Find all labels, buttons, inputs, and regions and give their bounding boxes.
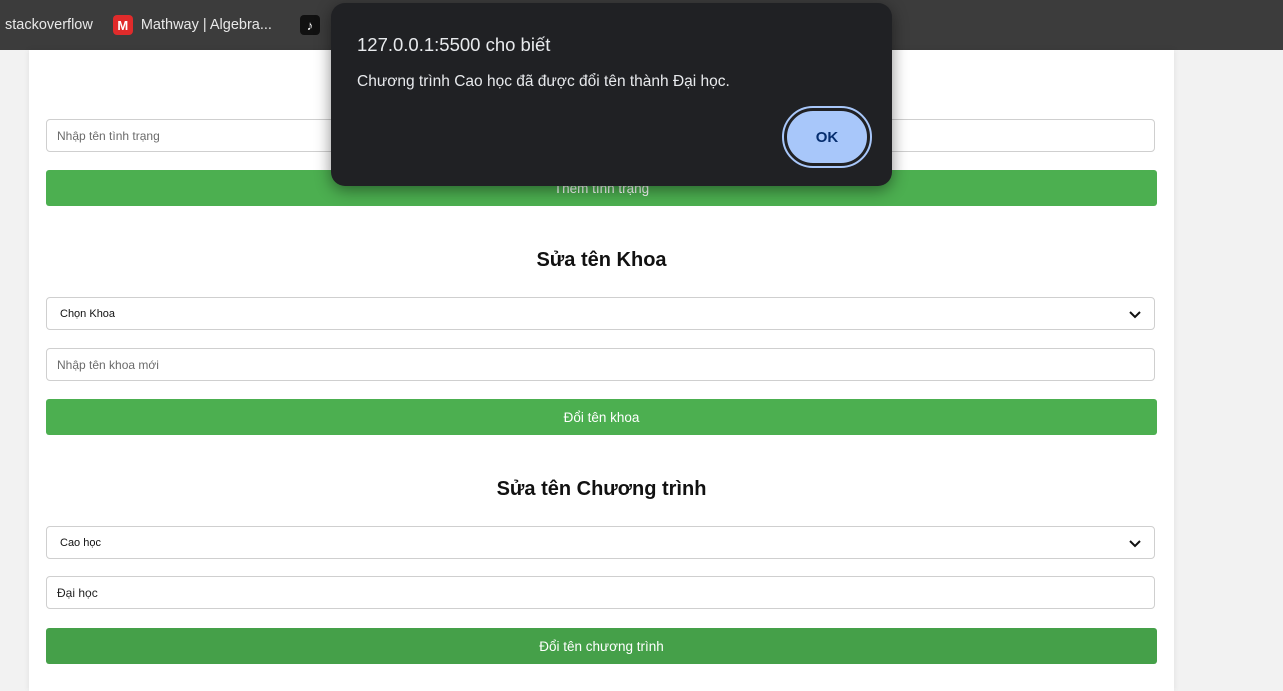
program-select[interactable]: Cao học	[46, 526, 1155, 559]
alert-dialog: 127.0.0.1:5500 cho biết Chương trình Cao…	[331, 3, 892, 186]
bookmark-label: Mathway | Algebra...	[140, 17, 272, 33]
faculty-section-title: Sửa tên Khoa	[536, 249, 667, 271]
new-program-name-field[interactable]	[46, 576, 1155, 609]
tiktok-icon: ♪	[299, 15, 320, 35]
dialog-message: Chương trình Cao học đã được đổi tên thà…	[357, 73, 730, 90]
ok-button[interactable]: OK	[782, 106, 872, 168]
new-faculty-name-field[interactable]	[46, 348, 1155, 381]
mathway-icon: M	[112, 15, 133, 35]
bookmark-tiktok[interactable]: ♪	[299, 15, 328, 35]
rename-program-button[interactable]: Đổi tên chương trình	[46, 628, 1157, 664]
bookmark-stackoverflow[interactable]: stackoverflow	[5, 17, 93, 33]
rename-faculty-button[interactable]: Đổi tên khoa	[46, 399, 1157, 435]
program-select-value: Cao học	[60, 536, 101, 549]
program-section-title: Sửa tên Chương trình	[496, 478, 707, 500]
chevron-down-icon	[1129, 310, 1141, 318]
chevron-down-icon	[1129, 539, 1141, 547]
faculty-select-value: Chọn Khoa	[60, 307, 116, 320]
bookmark-mathway[interactable]: M Mathway | Algebra...	[112, 15, 272, 35]
bookmark-label: stackoverflow	[5, 17, 93, 33]
dialog-title: 127.0.0.1:5500 cho biết	[357, 34, 551, 55]
faculty-select[interactable]: Chọn Khoa	[46, 297, 1155, 330]
new-program-name-input[interactable]	[57, 585, 1144, 600]
new-faculty-name-input[interactable]	[57, 357, 1144, 372]
